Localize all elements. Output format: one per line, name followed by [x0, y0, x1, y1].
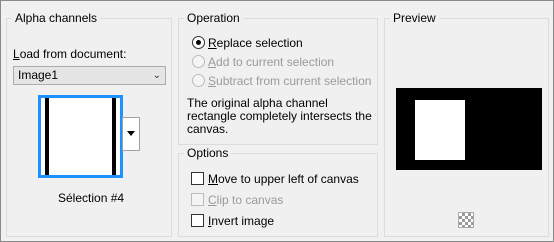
- chevron-down-icon: ⌄: [152, 70, 161, 81]
- subtract-selection-text: ubtract from current selection: [216, 74, 372, 88]
- invert-image-text: nvert image: [211, 214, 275, 228]
- intersection-message-line1: The original alpha channel: [187, 96, 328, 110]
- move-to-upper-left-checkbox[interactable]: [191, 172, 204, 185]
- replace-selection-text: eplace selection: [216, 36, 303, 50]
- move-to-upper-left-label[interactable]: Move to upper left of canvas: [208, 172, 359, 186]
- subtract-selection-radio[interactable]: [192, 74, 205, 87]
- accel-a: A: [208, 55, 217, 69]
- preview-title: Preview: [390, 11, 439, 25]
- triangle-down-icon: [127, 131, 135, 136]
- alpha-channel-thumbnail[interactable]: [38, 95, 123, 178]
- accel-c: C: [208, 193, 217, 207]
- clip-to-canvas-label[interactable]: Clip to canvas: [208, 193, 283, 207]
- load-from-document-label: Load from document:: [13, 47, 126, 61]
- add-selection-radio[interactable]: [192, 55, 205, 68]
- document-select-value: Image1: [18, 68, 59, 82]
- load-selection-dialog: Alpha channels Load from document: Image…: [0, 0, 554, 242]
- thumbnail-caption: Sélection #4: [58, 191, 125, 205]
- move-to-upper-left-text: ove to upper left of canvas: [218, 172, 359, 186]
- invert-image-label[interactable]: Invert image: [208, 214, 274, 228]
- thumbnail-dropdown-button[interactable]: [122, 117, 140, 151]
- preview-selection-rect: [415, 100, 465, 160]
- replace-selection-radio[interactable]: [192, 36, 205, 49]
- add-selection-label[interactable]: Add to current selection: [208, 55, 334, 69]
- accel-s: S: [208, 74, 217, 88]
- invert-image-checkbox[interactable]: [191, 214, 204, 227]
- document-select[interactable]: Image1 ⌄: [13, 66, 166, 85]
- add-selection-text: dd to current selection: [216, 55, 335, 69]
- clip-to-canvas-text: lip to canvas: [216, 193, 284, 207]
- thumbnail-image: [45, 98, 116, 175]
- replace-selection-label[interactable]: Replace selection: [208, 36, 303, 50]
- alpha-channels-title: Alpha channels: [12, 11, 101, 25]
- subtract-selection-label[interactable]: Subtract from current selection: [208, 74, 371, 88]
- preview-canvas: [396, 88, 542, 170]
- accel-l: L: [13, 47, 20, 61]
- intersection-message-line2: rectangle completely intersects the: [187, 109, 372, 123]
- accel-m: M: [208, 172, 218, 186]
- operation-title: Operation: [184, 11, 243, 25]
- intersection-message-line3: canvas.: [187, 122, 229, 136]
- clip-to-canvas-checkbox[interactable]: [191, 193, 204, 206]
- load-label-rest: oad from document:: [19, 47, 127, 61]
- options-title: Options: [184, 146, 232, 160]
- checkerboard-icon[interactable]: [458, 212, 474, 228]
- accel-r: R: [208, 36, 217, 50]
